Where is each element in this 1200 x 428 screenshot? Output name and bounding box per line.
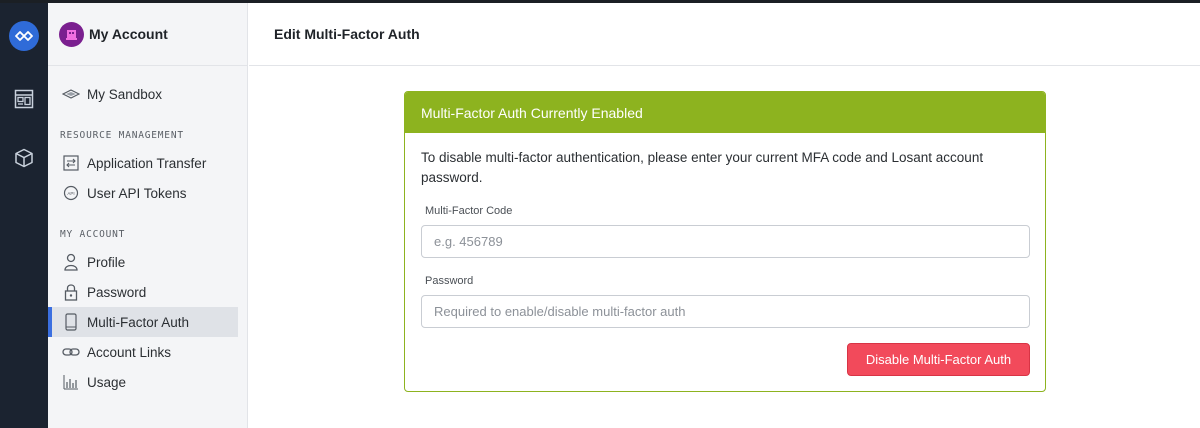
sidebar-item-label: Password <box>87 284 147 300</box>
page-header: Edit Multi-Factor Auth <box>249 3 1200 66</box>
transfer-icon <box>62 154 80 172</box>
sandbox-icon <box>62 85 80 103</box>
mfa-card: Multi-Factor Auth Currently Enabled To d… <box>404 91 1046 392</box>
api-token-icon: API <box>62 184 80 202</box>
svg-text:API: API <box>67 191 74 196</box>
mfa-card-title: Multi-Factor Auth Currently Enabled <box>421 104 643 121</box>
sidebar-item-user-api-tokens[interactable]: API User API Tokens <box>48 178 238 208</box>
sidebar-item-label: Multi-Factor Auth <box>87 314 190 330</box>
password-input[interactable] <box>421 295 1030 328</box>
sidebar-item-label: Account Links <box>87 344 172 360</box>
mfa-description: To disable multi-factor authentication, … <box>421 150 984 185</box>
sidebar-item-label: User API Tokens <box>87 185 187 201</box>
account-sidebar: My Account My Sandbox RESOURCE MANAGEMEN… <box>48 3 248 428</box>
sidebar-item-application-transfer[interactable]: Application Transfer <box>48 148 238 178</box>
sidebar-item-profile[interactable]: Profile <box>48 247 238 277</box>
page-title: Edit Multi-Factor Auth <box>274 26 420 42</box>
sidebar-item-usage[interactable]: Usage <box>48 367 238 397</box>
multi-factor-code-label: Multi-Factor Code <box>425 205 513 217</box>
sidebar-item-my-sandbox[interactable]: My Sandbox <box>48 79 238 109</box>
link-icon <box>62 343 80 361</box>
sidebar-item-label: Profile <box>87 254 126 270</box>
section-heading-my-account: MY ACCOUNT <box>60 229 126 240</box>
mfa-card-header: Multi-Factor Auth Currently Enabled <box>405 92 1045 133</box>
phone-icon <box>62 313 80 331</box>
app-rail <box>0 3 48 428</box>
sidebar-item-password[interactable]: Password <box>48 277 238 307</box>
dashboard-icon[interactable] <box>12 87 36 111</box>
sidebar-title: My Account <box>89 26 168 42</box>
sidebar-item-multi-factor-auth[interactable]: Multi-Factor Auth <box>48 307 238 337</box>
cube-icon[interactable] <box>12 146 36 170</box>
person-icon <box>62 253 80 271</box>
section-heading-resource-management: RESOURCE MANAGEMENT <box>60 130 184 141</box>
multi-factor-code-input[interactable] <box>421 225 1030 258</box>
losant-logo-icon[interactable] <box>9 21 39 51</box>
bar-chart-icon <box>62 373 80 391</box>
sidebar-header: My Account <box>48 3 247 66</box>
lock-icon <box>62 283 80 301</box>
sidebar-item-label: My Sandbox <box>87 86 163 102</box>
avatar[interactable] <box>59 21 84 47</box>
sidebar-item-label: Application Transfer <box>87 155 207 171</box>
sidebar-item-account-links[interactable]: Account Links <box>48 337 238 367</box>
password-label: Password <box>425 275 474 287</box>
disable-mfa-button[interactable]: Disable Multi-Factor Auth <box>847 343 1030 376</box>
sidebar-item-label: Usage <box>87 374 127 390</box>
